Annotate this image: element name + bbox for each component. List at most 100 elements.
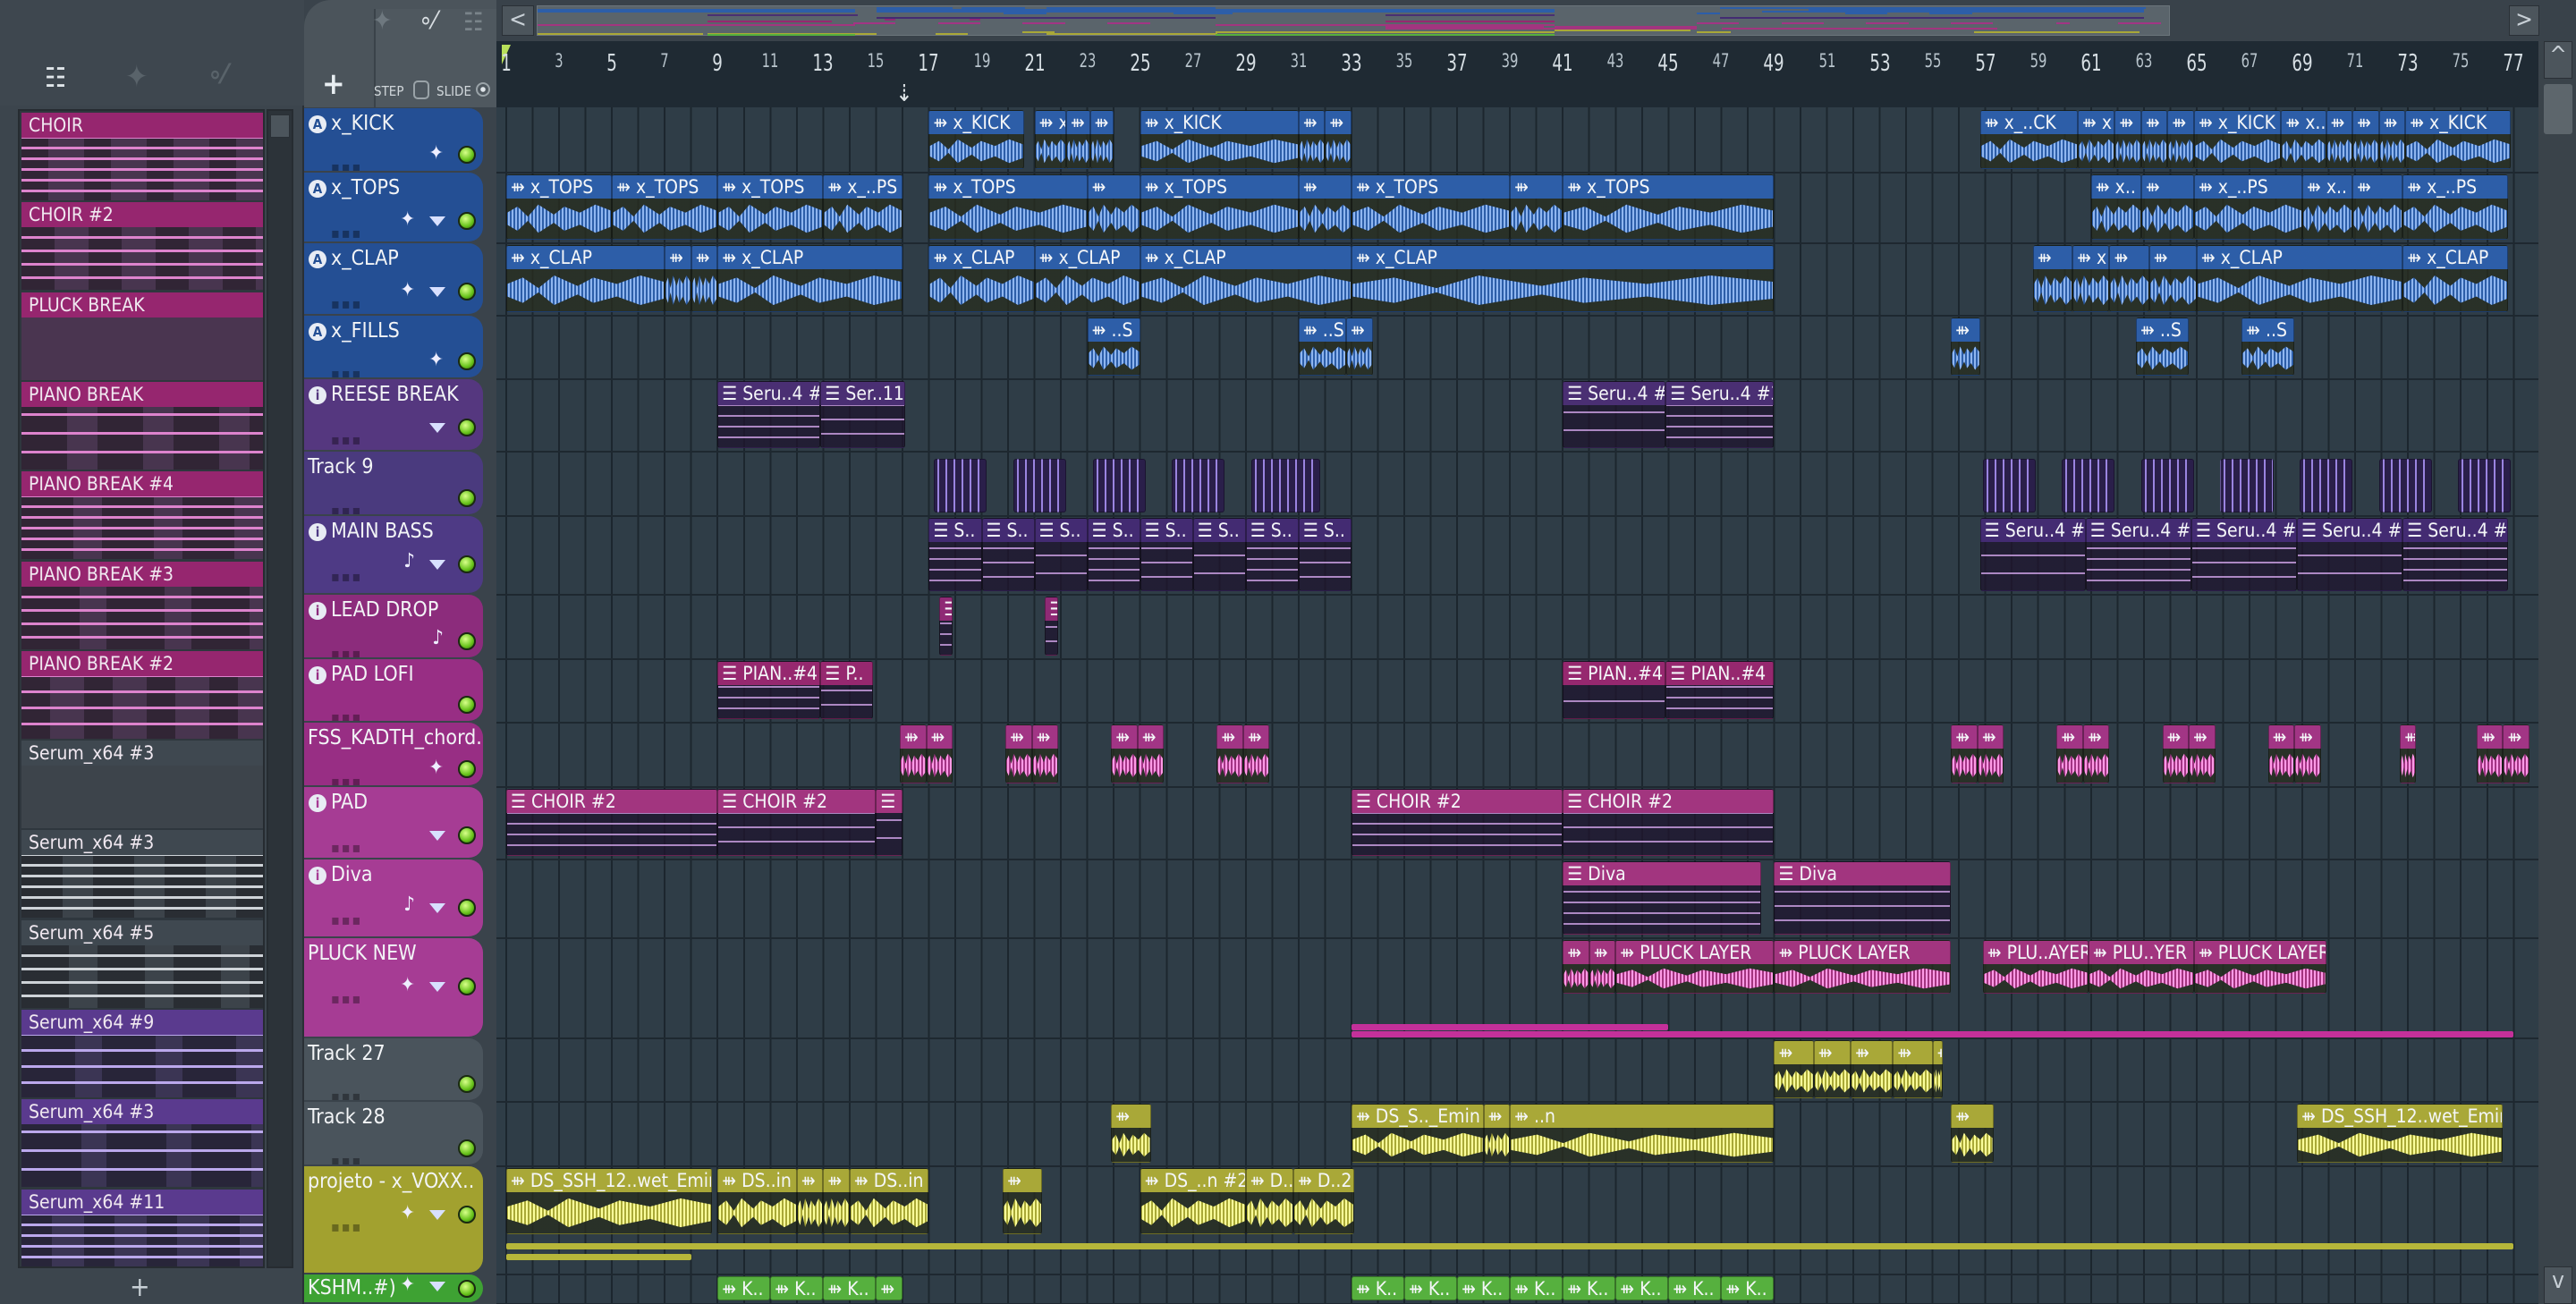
track-clip[interactable]: ⇻ x_..PS xyxy=(2402,174,2509,240)
song-overview-scroller[interactable] xyxy=(537,5,2170,37)
picker-item[interactable]: Serum_x64 #9 xyxy=(21,1010,263,1097)
track-clip[interactable]: ☰ S.. xyxy=(1245,518,1299,591)
automation-icon[interactable]: ∘⁄ xyxy=(419,5,436,35)
track-clip[interactable]: ⇻ xyxy=(926,724,953,783)
track-clip[interactable]: ⇻ K.. xyxy=(770,1276,824,1300)
scroll-down-button[interactable]: v xyxy=(2544,1266,2572,1304)
track-clip[interactable]: ⇻ xyxy=(2167,110,2194,169)
track-clip[interactable]: ⇻ x.. xyxy=(2090,174,2141,240)
track-header[interactable]: x_FILLS A ▪▪▪ ✦ xyxy=(304,316,483,377)
track-clip[interactable]: ⇻ PLU..AYER xyxy=(1982,940,2089,994)
track-clip[interactable]: ⇻ K.. xyxy=(823,1276,877,1300)
track-clip[interactable]: ⇻ K.. xyxy=(1510,1276,1563,1300)
track-mute-led[interactable] xyxy=(458,146,476,164)
track-clip[interactable]: ⇻ x_..PS xyxy=(2193,174,2303,240)
track-clip[interactable]: ☰ Seru..4 #9 xyxy=(2191,518,2298,591)
track-clip[interactable]: ⇻ x.. xyxy=(2078,110,2115,169)
track-clip[interactable]: ⇻ x.. xyxy=(2281,110,2326,169)
track-clip[interactable]: ☰ CHOIR #2 xyxy=(717,789,877,856)
song-position-marker[interactable]: ⇣ xyxy=(895,80,913,107)
track-clip[interactable]: ⇻ xyxy=(796,1168,824,1234)
track-header[interactable]: x_TOPS A ▪▪▪ ✦ xyxy=(304,173,483,241)
track-clip[interactable]: ⇻ K.. xyxy=(1404,1276,1458,1300)
track-clip[interactable]: ⇻ xyxy=(1346,318,1373,376)
track-clip[interactable]: ☰ Seru..4 #9 xyxy=(1979,518,2086,591)
track-clip[interactable]: ⇻ xyxy=(2162,724,2190,783)
scroll-left-button[interactable]: < xyxy=(502,5,534,36)
picker-item[interactable]: PLUCK BREAK xyxy=(21,292,263,380)
picker-item[interactable]: PIANO BREAK #2 xyxy=(21,650,263,739)
track-clip[interactable]: ⇻ x_KICK xyxy=(2405,110,2512,169)
piano-roll-icon[interactable]: ☷ xyxy=(463,7,484,37)
automation-lane-clip[interactable] xyxy=(506,1254,691,1260)
track-grip-icon[interactable]: ▪▪▪ xyxy=(331,224,362,241)
track-clip[interactable]: ⇻ x_KICK xyxy=(2193,110,2282,169)
track-clip[interactable]: ⇻ xyxy=(2032,245,2073,312)
track-dropdown-icon[interactable] xyxy=(429,423,445,433)
track-mute-led[interactable] xyxy=(458,1206,476,1224)
track-clip[interactable]: ⇻ x_..PS xyxy=(823,174,902,240)
track-clip[interactable]: ☰ S.. xyxy=(1192,518,1246,591)
track-dropdown-icon[interactable] xyxy=(429,982,445,992)
timeline-ruler[interactable]: ⇣ 1 3 5 7 9 11 13 15 17 19 21 23 25 27 29 31 33 35 37 39 41 4… xyxy=(496,41,2538,107)
track-clip[interactable]: ⇻ xyxy=(1483,1104,1511,1163)
track-dropdown-icon[interactable] xyxy=(429,287,445,297)
track-clip[interactable]: ⇻ x_TOPS xyxy=(1140,174,1299,240)
picker-item[interactable]: CHOIR #2 xyxy=(21,202,263,291)
track-clip[interactable]: ⇻ xyxy=(876,1276,902,1300)
track-mute-led[interactable] xyxy=(458,696,476,714)
track-clip[interactable]: ⇻ ..n xyxy=(1510,1104,1775,1163)
track-clip[interactable]: ⇻ DS_..n #2 xyxy=(1140,1168,1246,1234)
track-mute-led[interactable] xyxy=(458,760,476,778)
track-clip[interactable]: ☰ S.. xyxy=(1140,518,1193,591)
track-clip[interactable]: ⇻ ..S xyxy=(1087,318,1140,376)
track-mute-led[interactable] xyxy=(458,489,476,507)
track-clip[interactable]: ⇻ xyxy=(1298,174,1352,240)
track-clip[interactable]: ⇻ xyxy=(2503,724,2529,783)
track-clip[interactable]: ⇻ xyxy=(2294,724,2321,783)
track-grip-icon[interactable]: ▪▪▪ xyxy=(331,773,362,785)
track-clip[interactable]: ☰ S.. xyxy=(1034,518,1088,591)
track-clip[interactable]: ☰ CHOIR #2 xyxy=(1351,789,1563,856)
track-clip[interactable]: ☰ Seru..4 #3 xyxy=(1665,381,1775,448)
track-clip[interactable]: ☰ S.. xyxy=(1087,518,1140,591)
track-clip[interactable]: ⇻ x_CLAP xyxy=(717,245,902,312)
track-header[interactable]: Track 28 ▪▪▪ xyxy=(304,1102,483,1164)
track-clip[interactable]: ☰ S.. xyxy=(928,518,982,591)
track-clip[interactable]: ⇻ xyxy=(1589,940,1616,994)
track-clip[interactable] xyxy=(1982,459,2036,512)
track-clip[interactable]: ⇻ xyxy=(1813,1040,1852,1098)
track-clip[interactable]: ⇻ xyxy=(1089,110,1114,169)
track-clip[interactable] xyxy=(2300,459,2353,512)
track-header[interactable]: PLUCK NEW ▪▪▪ ✦ xyxy=(304,938,483,1037)
track-grip-icon[interactable]: ▪▪▪ xyxy=(331,1088,362,1100)
track-clip[interactable]: ⇻ xyxy=(1851,1040,1894,1098)
track-grip-icon[interactable]: ▪▪▪ xyxy=(331,502,362,514)
track-clip[interactable]: ⇻ xyxy=(1031,724,1059,783)
track-clip[interactable]: ☰ xyxy=(1045,597,1059,656)
track-clip[interactable]: ⇻ K.. xyxy=(1721,1276,1775,1300)
track-clip[interactable]: ⇻ K.. xyxy=(1668,1276,1722,1300)
picker-item[interactable]: PIANO BREAK xyxy=(21,381,263,470)
track-clip[interactable] xyxy=(2378,459,2432,512)
track-header[interactable]: Diva i ▪▪▪ ♪ xyxy=(304,859,483,936)
track-dropdown-icon[interactable] xyxy=(429,560,445,570)
track-clip[interactable]: ⇻ K.. xyxy=(1563,1276,1616,1300)
track-clip[interactable]: ☰ Diva xyxy=(1774,861,1952,935)
piano-roll-icon[interactable]: ☷ xyxy=(45,63,66,94)
track-clip[interactable]: ⇻ xyxy=(691,245,718,312)
track-clip[interactable]: ⇻ DS..in xyxy=(849,1168,929,1234)
track-clip[interactable]: ⇻ x.. xyxy=(2072,245,2110,312)
track-mute-led[interactable] xyxy=(458,212,476,230)
track-grip-icon[interactable]: ▪▪▪ xyxy=(331,1218,362,1235)
track-clip[interactable]: ⇻ x_TOPS xyxy=(612,174,718,240)
picker-item[interactable]: Serum_x64 #3 xyxy=(21,1099,263,1188)
track-clip[interactable]: ⇻ K.. xyxy=(1351,1276,1404,1300)
track-clip[interactable]: ⇻ D.. xyxy=(1245,1168,1293,1234)
track-clip[interactable]: ⇻ PLUCK LAYER xyxy=(1615,940,1775,994)
add-pattern-button[interactable]: + xyxy=(130,1272,150,1303)
track-clip[interactable]: ⇻ xyxy=(2056,724,2083,783)
track-clip[interactable]: ⇻ xyxy=(1932,1040,1944,1098)
track-clip[interactable]: ⇻ DS_SSH_12..wet_Emin xyxy=(506,1168,713,1234)
track-clip[interactable] xyxy=(2062,459,2115,512)
